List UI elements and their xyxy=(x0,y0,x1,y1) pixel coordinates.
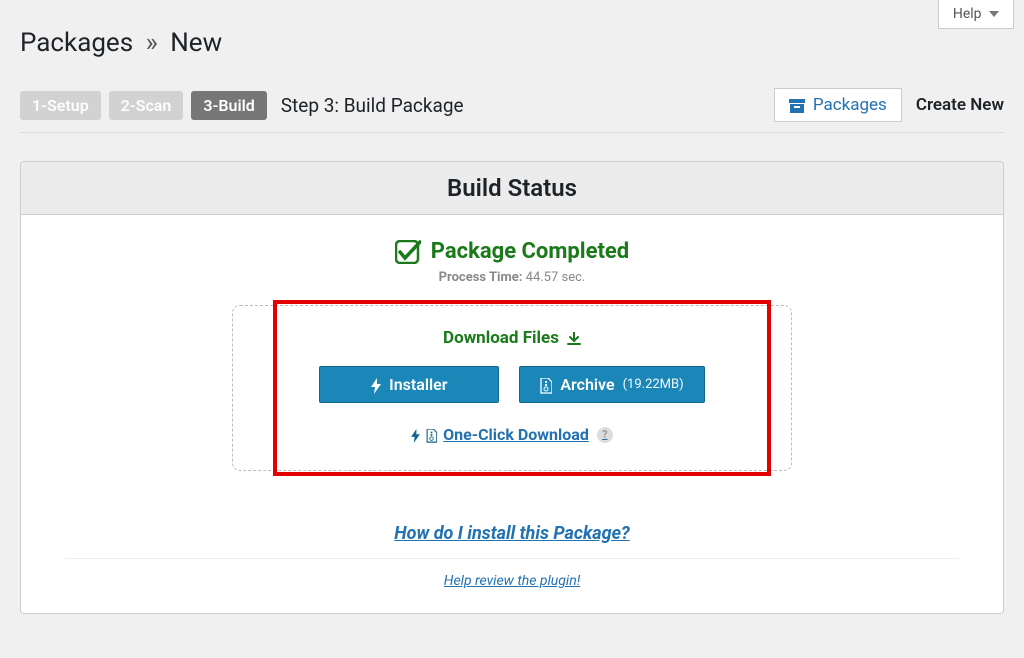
help-tab[interactable]: Help xyxy=(938,0,1014,29)
archive-button-label: Archive xyxy=(560,375,614,394)
installer-button-label: Installer xyxy=(389,375,447,394)
one-click-download-label: One-Click Download xyxy=(443,425,589,444)
check-icon xyxy=(395,239,421,264)
process-time-value: 44.57 sec. xyxy=(526,270,586,285)
download-files-box: Download Files Installer xyxy=(232,305,792,471)
wizard-step-build: 3-Build xyxy=(191,91,266,120)
how-install-link[interactable]: How do I install this Package? xyxy=(45,523,979,544)
create-new-button[interactable]: Create New xyxy=(916,95,1004,115)
archive-icon xyxy=(789,95,805,115)
process-time: Process Time: 44.57 sec. xyxy=(45,270,979,285)
process-time-label: Process Time: xyxy=(439,270,523,285)
installer-button[interactable]: Installer xyxy=(319,366,499,403)
wizard-steps: 1-Setup 2-Scan 3-Build Step 3: Build Pac… xyxy=(20,91,464,120)
wizard-step-setup: 1-Setup xyxy=(20,91,101,120)
download-buttons: Installer Archive (19.22MB) xyxy=(263,366,761,403)
archive-button[interactable]: Archive (19.22MB) xyxy=(519,366,704,403)
divider xyxy=(65,558,959,559)
wizard-step-scan: 2-Scan xyxy=(109,91,184,120)
package-completed-label: Package Completed xyxy=(431,239,629,264)
file-archive-icon xyxy=(426,425,437,444)
chevron-down-icon xyxy=(989,6,999,22)
help-tab-label: Help xyxy=(953,6,982,22)
packages-button-label: Packages xyxy=(813,95,887,115)
toolbar-actions: Packages Create New xyxy=(774,88,1004,122)
wizard-step-title: Step 3: Build Package xyxy=(281,94,464,117)
archive-size: (19.22MB) xyxy=(623,377,684,392)
breadcrumb: Packages » New xyxy=(20,0,1004,78)
package-completed-status: Package Completed xyxy=(395,239,629,264)
build-status-panel: Build Status Package Completed Process T… xyxy=(20,161,1004,614)
breadcrumb-separator-icon: » xyxy=(146,28,158,58)
breadcrumb-root: Packages xyxy=(20,28,133,58)
file-archive-icon xyxy=(540,375,552,394)
panel-title: Build Status xyxy=(21,162,1003,215)
one-click-download-link[interactable]: One-Click Download ? xyxy=(411,425,613,444)
help-icon[interactable]: ? xyxy=(597,427,613,443)
bolt-icon xyxy=(411,425,420,444)
download-icon xyxy=(567,328,581,348)
download-files-label: Download Files xyxy=(443,328,559,348)
review-plugin-link[interactable]: Help review the plugin! xyxy=(45,573,979,597)
download-files-title: Download Files xyxy=(443,328,581,348)
bolt-icon xyxy=(371,375,381,394)
breadcrumb-current: New xyxy=(170,28,222,58)
packages-button[interactable]: Packages xyxy=(774,88,902,122)
toolbar: 1-Setup 2-Scan 3-Build Step 3: Build Pac… xyxy=(20,88,1004,133)
